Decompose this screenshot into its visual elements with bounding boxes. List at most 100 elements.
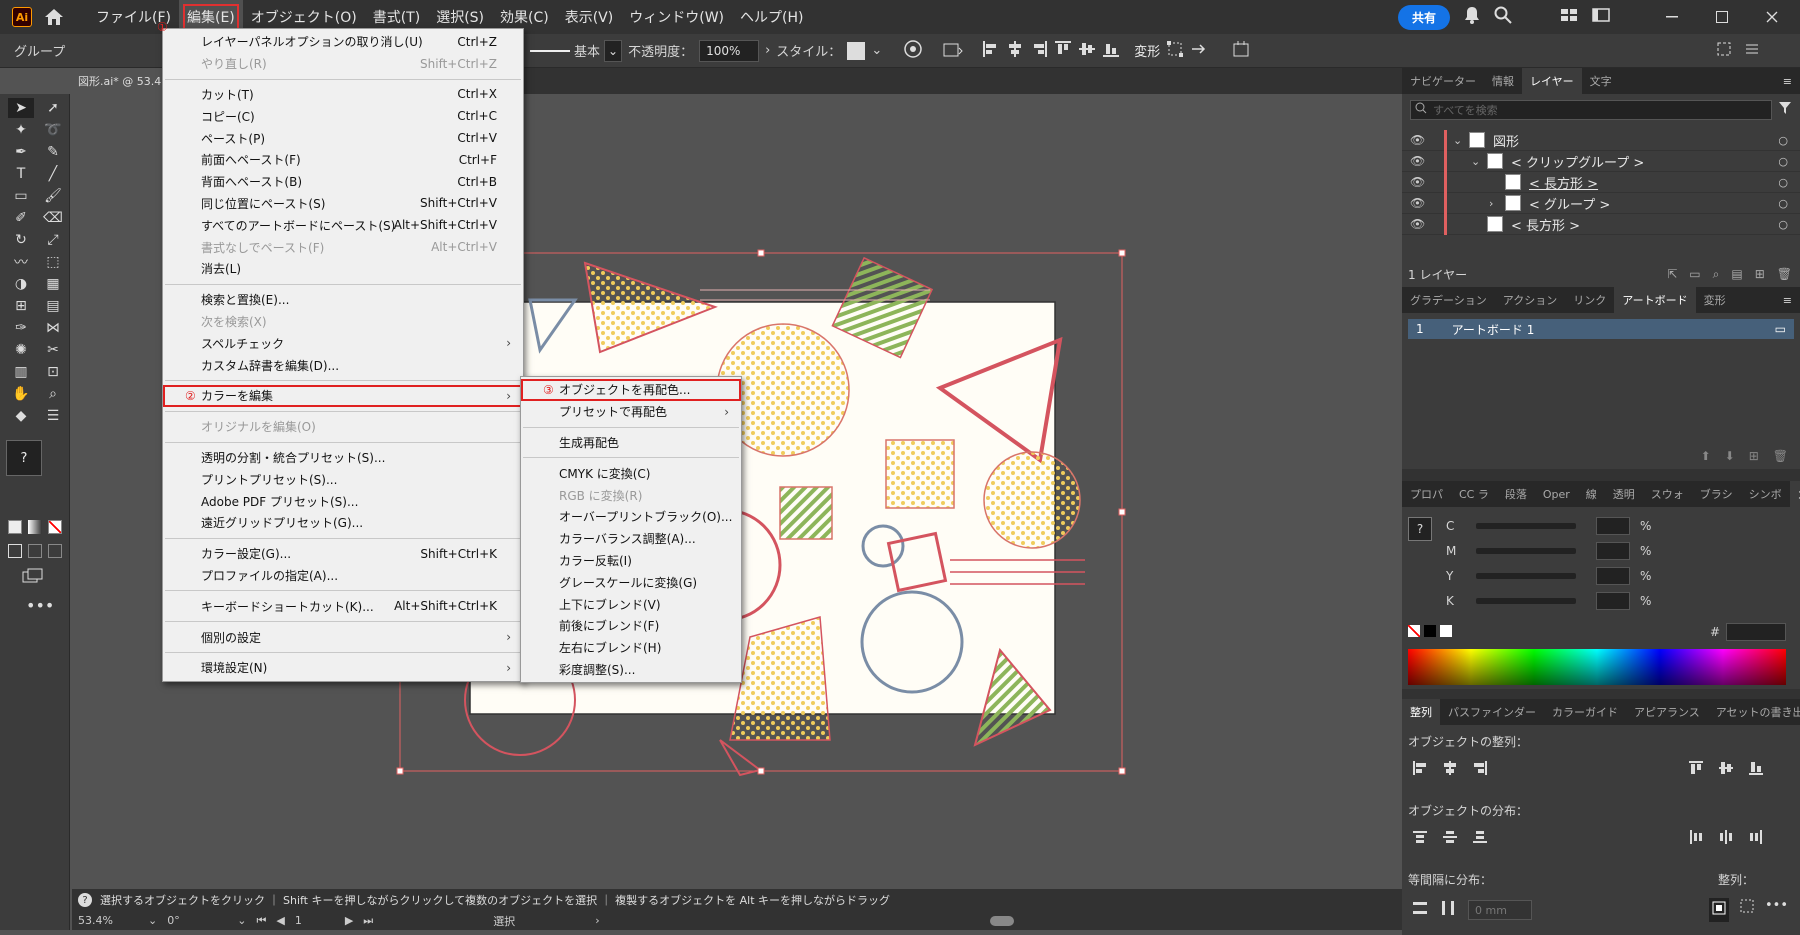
channel-slider[interactable] xyxy=(1476,547,1576,554)
scale-tool-icon[interactable]: ⤢ xyxy=(40,230,66,250)
channel-input[interactable] xyxy=(1596,541,1630,560)
color-submenu-item[interactable]: 彩度調整(S)... xyxy=(521,659,741,681)
edit-menu-item[interactable]: レイヤーパネルオプションの取り消し(U) Ctrl+Z xyxy=(163,31,523,53)
symbol-spray-tool-icon[interactable]: ✺ xyxy=(8,340,34,360)
panel-tab[interactable]: 情報 xyxy=(1484,68,1522,94)
warp-tool-icon[interactable]: 〰 xyxy=(8,252,34,272)
channel-input[interactable] xyxy=(1596,566,1630,585)
color-submenu-item[interactable]: カラー反転(I) xyxy=(521,550,741,572)
share-button[interactable]: 共有 xyxy=(1397,4,1450,30)
transform-icon[interactable] xyxy=(1166,40,1184,62)
align-bottom-icon[interactable] xyxy=(1102,40,1120,62)
color-submenu-item[interactable]: 前後にブレンド(F) xyxy=(521,615,741,637)
eye-icon[interactable]: 👁 xyxy=(1402,154,1428,168)
move-up-icon[interactable]: ⬆ xyxy=(1701,449,1711,463)
panel-tab[interactable]: 透明 xyxy=(1605,481,1643,507)
white-swatch[interactable] xyxy=(1440,625,1452,637)
channel-slider[interactable] xyxy=(1476,572,1576,579)
hex-input[interactable] xyxy=(1726,623,1786,641)
panel-tab[interactable]: 整列 xyxy=(1402,699,1440,725)
disclosure-icon[interactable]: ⌄ xyxy=(1471,155,1487,168)
direct-select-tool-icon[interactable]: ➚ xyxy=(40,98,66,118)
target-icon[interactable]: ○ xyxy=(1778,134,1788,147)
chevron-right-icon[interactable]: › xyxy=(765,43,770,58)
new-layer-icon[interactable]: ⊞ xyxy=(1755,267,1765,282)
panel-tab[interactable]: ブラシ xyxy=(1692,481,1741,507)
panel-tab[interactable]: カラー xyxy=(1789,481,1800,507)
panel-tab[interactable]: グラデーション xyxy=(1402,287,1495,313)
eyedropper-tool-icon[interactable]: ✑ xyxy=(8,318,34,338)
graph-tool-icon[interactable]: ▥ xyxy=(8,362,34,382)
chevron-down-icon[interactable]: ⌄ xyxy=(871,43,882,58)
edit-menu-item[interactable]: 前面へペースト(F) Ctrl+F xyxy=(163,149,523,171)
hand-pan-tool-icon[interactable]: ✋ xyxy=(8,384,34,404)
type-tool-icon[interactable]: T xyxy=(8,164,34,184)
zoom-tool-icon[interactable]: ⌕ xyxy=(40,384,66,404)
panel-tab[interactable]: アクション xyxy=(1495,287,1565,313)
edit-menu-item[interactable]: 背面へペースト(B) Ctrl+B xyxy=(163,171,523,193)
mesh-tool-icon[interactable]: ⊞ xyxy=(8,296,34,316)
target-icon[interactable]: ○ xyxy=(1778,155,1788,168)
panel-menu-icon[interactable]: ≡ xyxy=(1775,68,1800,94)
stroke-profile-select[interactable]: 基本 ⌄ xyxy=(530,39,623,62)
fill-stroke-swatch[interactable]: ? xyxy=(6,440,42,476)
maximize-button[interactable] xyxy=(1704,0,1740,34)
panel-tab[interactable]: 線 xyxy=(1578,481,1605,507)
artboard-options-icon[interactable]: ▭ xyxy=(1775,322,1786,336)
none-swatch[interactable] xyxy=(1408,625,1420,637)
panel-tab[interactable]: レイヤー xyxy=(1522,68,1582,94)
gpu-icon[interactable] xyxy=(1232,40,1250,62)
edit-menu-item[interactable]: 個別の設定 › xyxy=(163,626,523,648)
color-mode-icon[interactable] xyxy=(8,520,22,534)
prev-page-icon[interactable]: ◀ xyxy=(276,914,284,927)
panel-tab[interactable]: プロパ xyxy=(1402,481,1451,507)
edit-menu-item[interactable]: Adobe PDF プリセット(S)... xyxy=(163,490,523,512)
help-icon[interactable]: ? xyxy=(78,893,92,907)
edit-menu-item[interactable]: スペルチェック › xyxy=(163,332,523,354)
align-left-icon[interactable] xyxy=(1412,760,1428,780)
magic-wand-tool-icon[interactable]: ✦ xyxy=(8,120,34,140)
align-to-artboard-icon[interactable] xyxy=(1708,898,1729,922)
shape-builder-tool-icon[interactable]: ◑ xyxy=(8,274,34,294)
layer-row[interactable]: 👁 › < グループ > ○ xyxy=(1402,192,1800,214)
distribute-vspace-icon[interactable] xyxy=(1412,900,1428,920)
panel-tab[interactable]: ナビゲーター xyxy=(1402,68,1484,94)
isolate-icon[interactable] xyxy=(1190,40,1212,62)
search-icon[interactable]: ⌕ xyxy=(1713,267,1720,282)
edit-menu-item[interactable]: 透明の分割・統合プリセット(S)... xyxy=(163,447,523,469)
slice-tool-icon[interactable]: ✂ xyxy=(40,340,66,360)
page-field[interactable]: 1 xyxy=(295,914,335,927)
panel-tab[interactable]: 段落 xyxy=(1497,481,1535,507)
next-page-icon[interactable]: ▶ xyxy=(345,914,353,927)
workspace-icon[interactable] xyxy=(1560,8,1578,26)
color-submenu-item[interactable]: プリセットで再配色 › xyxy=(521,401,741,423)
opacity-input[interactable]: 100% xyxy=(699,39,760,62)
edit-menu-item[interactable]: ペースト(P) Ctrl+V xyxy=(163,127,523,149)
edit-menu-item[interactable]: 遠近グリッドプリセット(G)... xyxy=(163,512,523,534)
disclosure-icon[interactable]: › xyxy=(1489,197,1505,210)
eye-icon[interactable]: 👁 xyxy=(1402,175,1428,189)
chevron-down-icon[interactable]: ⌄ xyxy=(237,914,246,927)
channel-input[interactable] xyxy=(1596,516,1630,535)
shaper-tool-icon[interactable]: ✐ xyxy=(8,208,34,228)
target-icon[interactable]: ○ xyxy=(1778,197,1788,210)
layer-row[interactable]: 👁 < 長方形 > ○ xyxy=(1402,213,1800,235)
panel-tab[interactable]: パスファインダー xyxy=(1440,699,1544,725)
color-submenu-item[interactable]: 上下にブレンド(V) xyxy=(521,593,741,615)
distribute-vcenter-icon[interactable] xyxy=(1442,829,1458,849)
edit-menu-item[interactable]: 検索と置換(E)... xyxy=(163,289,523,311)
color-submenu-item[interactable]: 左右にブレンド(H) xyxy=(521,637,741,659)
align-left-icon[interactable] xyxy=(982,40,1000,62)
hand-tool-icon[interactable]: ☰ xyxy=(40,406,66,426)
distribute-hcenter-icon[interactable] xyxy=(1718,829,1734,849)
screen-mode-icon[interactable] xyxy=(22,568,69,588)
panel-tab[interactable]: スウォ xyxy=(1643,481,1692,507)
scrollbar-thumb[interactable] xyxy=(989,915,1014,926)
edit-menu-item[interactable]: キーボードショートカット(K)... Alt+Shift+Ctrl+K xyxy=(163,595,523,617)
color-submenu-item[interactable]: グレースケールに変換(G) xyxy=(521,571,741,593)
search-icon[interactable] xyxy=(1494,6,1512,28)
edit-menu-item[interactable]: プリントプリセット(S)... xyxy=(163,468,523,490)
edit-menu-item[interactable]: すべてのアートボードにペースト(S) Alt+Shift+Ctrl+V xyxy=(163,214,523,236)
align-top-icon[interactable] xyxy=(1688,760,1704,780)
panel-tab[interactable]: アセットの書き出し xyxy=(1708,699,1800,725)
